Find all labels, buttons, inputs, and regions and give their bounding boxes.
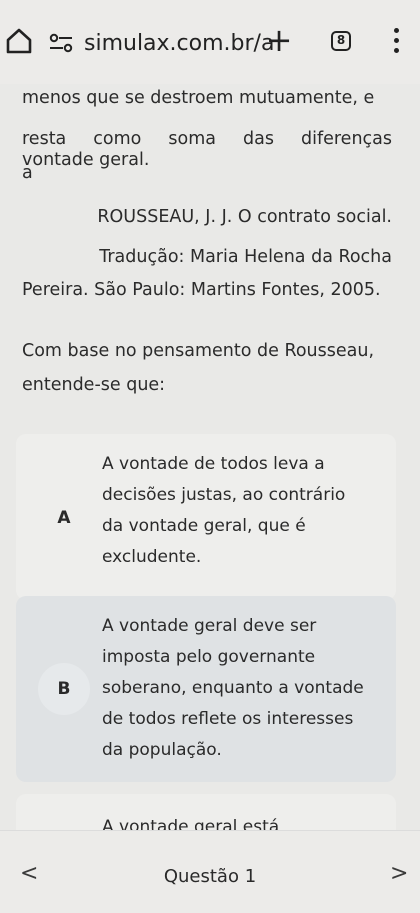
reference-line: ROUSSEAU, J. J. O contrato social.: [97, 207, 392, 227]
option-a[interactable]: A A vontade de todos leva a decisões jus…: [16, 434, 396, 600]
option-c[interactable]: A vontade geral está: [16, 794, 396, 830]
next-question-button[interactable]: >: [390, 863, 408, 885]
option-b[interactable]: B A vontade geral deve ser imposta pelo …: [16, 596, 396, 782]
reference-line: Pereira. São Paulo: Martins Fontes, 2005…: [22, 280, 381, 300]
option-text: A vontade de todos leva a decisões justa…: [102, 454, 346, 567]
address-bar[interactable]: simulax.com.br/a|: [46, 26, 274, 60]
url-text: simulax.com.br/a|: [84, 30, 274, 56]
question-navigation: < Questão 1 >: [0, 830, 420, 913]
question-content[interactable]: menos que se destroem mutuamente, e rest…: [0, 84, 420, 830]
question-prompt: entende-se que:: [22, 375, 166, 395]
option-letter: B: [38, 663, 90, 715]
reference-line: Tradução: Maria Helena da Rocha: [99, 247, 392, 267]
passage-line: menos que se destroem mutuamente, e: [22, 88, 375, 108]
home-icon[interactable]: [4, 26, 34, 56]
question-title: Questão 1: [163, 866, 257, 887]
browser-toolbar: simulax.com.br/a| + 8: [0, 0, 420, 84]
question-prompt: Com base no pensamento de Rousseau,: [22, 341, 375, 361]
site-settings-icon[interactable]: [46, 32, 76, 54]
option-text: A vontade geral está: [102, 817, 280, 830]
new-tab-button[interactable]: +: [264, 24, 294, 56]
tab-switcher-button[interactable]: 8: [331, 31, 351, 51]
passage-line: vontade geral.: [22, 150, 150, 170]
option-letter: A: [57, 508, 71, 528]
option-text: A vontade geral deve ser imposta pelo go…: [102, 616, 364, 760]
more-menu-icon[interactable]: [391, 28, 401, 56]
